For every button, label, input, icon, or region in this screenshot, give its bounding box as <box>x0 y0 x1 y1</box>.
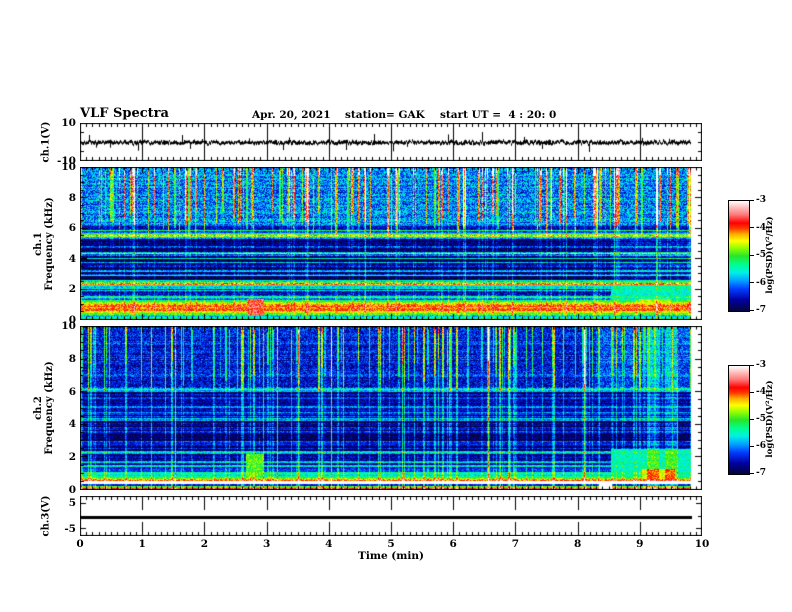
ch3_wave-y-tick-label: 5 <box>68 497 76 509</box>
colorbar-tick <box>749 391 754 393</box>
ch1-spec-axis-label: ch.1 Frequency (kHz) <box>33 197 55 291</box>
x-tick-label: 3 <box>262 538 271 550</box>
colorbar-tick <box>749 418 754 420</box>
colorbar-tick <box>749 364 754 366</box>
colorbar-tick <box>749 254 754 256</box>
colorbar-tick <box>749 227 754 228</box>
vlf-spectra-figure: VLF Spectra Apr. 20, 2021 station= GAK s… <box>0 0 792 612</box>
colorbar-tick-label: -4 <box>756 387 766 397</box>
colorbar-tick-label: -3 <box>756 360 766 370</box>
ch2_spec-y-tick-label: 0 <box>68 484 76 496</box>
ch2_spec-y-tick-label: 4 <box>68 418 76 431</box>
colorbar-tick-label: -7 <box>756 468 766 478</box>
colorbar-tick-label: -3 <box>756 195 766 205</box>
ch1_spec-y-tick-label: 6 <box>68 222 76 235</box>
x-tick-label: 5 <box>387 538 395 550</box>
figure-title: VLF Spectra <box>80 106 169 121</box>
x-tick-label: 7 <box>511 538 520 550</box>
colorbar-tick-label: -5 <box>756 250 766 260</box>
colorbar-tick <box>749 199 754 201</box>
ch2-colorbar <box>728 365 750 475</box>
colorbar-tick-label: -4 <box>756 222 766 233</box>
ch2-spec-axis-label: ch.2 Frequency (kHz) <box>33 361 55 455</box>
ch2_spec-y-tick-label: 8 <box>68 352 76 365</box>
colorbar-tick-label: -7 <box>756 305 766 315</box>
ch2-colorbar-label: log(PSD)(V²/Hz) <box>765 380 775 458</box>
colorbar-tick-label: -6 <box>756 441 766 451</box>
ch1_wave-y-tick-label: 10 <box>61 117 76 129</box>
ch1_spec-y-tick-label: 4 <box>68 252 76 265</box>
ch3_wave-y-tick-label: -5 <box>64 523 76 535</box>
colorbar-tick <box>749 282 754 283</box>
ch1_spec-y-tick-label: 10 <box>61 161 76 173</box>
x-tick-label: 2 <box>200 538 209 550</box>
ch3-waveform-panel <box>80 496 702 536</box>
x-tick-label: 0 <box>76 538 84 550</box>
x-tick-label: 9 <box>636 538 644 550</box>
ch2-spectrogram-panel <box>80 326 702 490</box>
figure-station: station= GAK <box>345 109 425 121</box>
ch1-waveform-panel <box>80 123 702 161</box>
colorbar-tick-label: -6 <box>756 277 766 288</box>
ch1-colorbar <box>728 200 750 312</box>
colorbar-tick <box>749 309 754 311</box>
ch2_spec-y-tick-label: 6 <box>68 385 76 398</box>
figure-start-ut: start UT = 4 : 20: 0 <box>440 109 557 121</box>
x-tick-label: 1 <box>138 538 146 550</box>
ch1_spec-y-tick-label: 2 <box>68 283 76 296</box>
colorbar-tick <box>749 472 754 474</box>
x-tick-label: 10 <box>694 538 710 550</box>
ch2_spec-y-tick-label: 2 <box>68 451 76 464</box>
ch1_spec-y-tick-label: 8 <box>68 191 76 204</box>
figure-date: Apr. 20, 2021 <box>252 109 331 121</box>
x-axis-title: Time (min) <box>358 550 424 562</box>
colorbar-tick-label: -5 <box>756 414 766 424</box>
x-tick-label: 4 <box>325 538 333 550</box>
ch1-colorbar-label: log(PSD)(V²/Hz) <box>765 216 775 294</box>
colorbar-tick <box>749 445 754 447</box>
ch2_spec-y-tick-label: 10 <box>61 320 76 332</box>
x-tick-label: 8 <box>573 538 582 550</box>
ch1-spectrogram-panel <box>80 167 702 320</box>
x-tick-label: 6 <box>449 538 457 550</box>
